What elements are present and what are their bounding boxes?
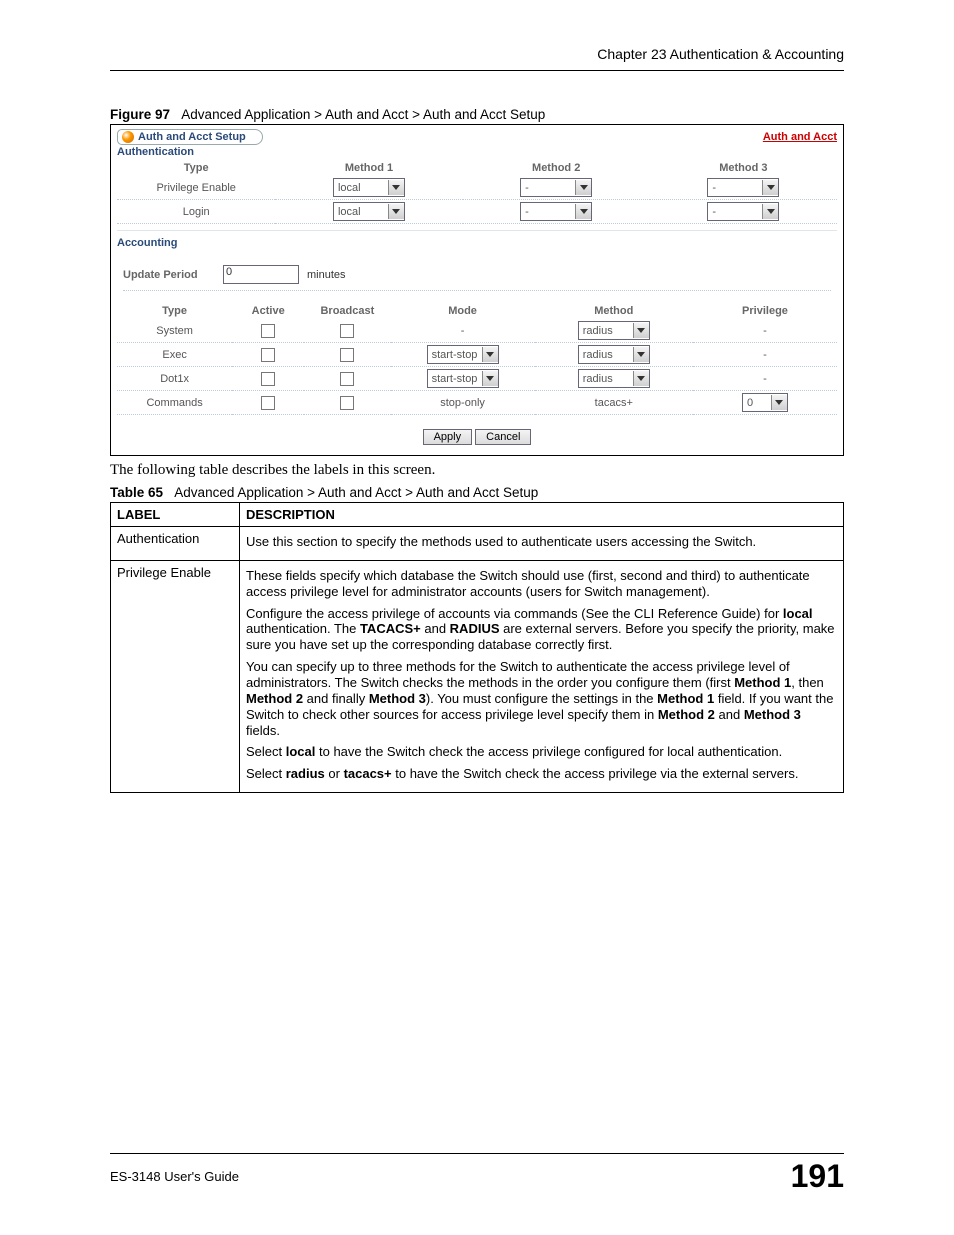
link-auth-and-acct[interactable]: Auth and Acct (763, 131, 837, 143)
footer-guide: ES-3148 User's Guide (110, 1169, 239, 1184)
cell-mode: - (391, 319, 535, 343)
chevron-down-icon (482, 371, 498, 386)
chevron-down-icon (482, 347, 498, 362)
accounting-table: Type Active Broadcast Mode Method Privil… (117, 303, 837, 415)
input-update-period[interactable]: 0 (223, 265, 299, 284)
col-privilege: Privilege (693, 303, 837, 319)
page-number: 191 (791, 1158, 844, 1195)
select-dot1x-mode[interactable]: start-stop (427, 369, 499, 388)
section-accounting: Accounting (117, 237, 837, 249)
label-minutes: minutes (307, 269, 346, 281)
check-exec-active[interactable] (261, 348, 275, 362)
check-system-broadcast[interactable] (340, 324, 354, 338)
select-login-m2[interactable]: - (520, 202, 592, 221)
chevron-down-icon (762, 180, 778, 195)
cell-privilege: - (693, 319, 837, 343)
col-mode: Mode (391, 303, 535, 319)
col-description: DESCRIPTION (240, 503, 844, 527)
check-commands-broadcast[interactable] (340, 396, 354, 410)
auth-table: Type Method 1 Method 2 Method 3 Privileg… (117, 160, 837, 224)
select-priv-m3[interactable]: - (707, 178, 779, 197)
col-method1: Method 1 (275, 160, 462, 176)
chapter-header: Chapter 23 Authentication & Accounting (110, 46, 844, 71)
figure-caption: Figure 97 Advanced Application > Auth an… (110, 107, 844, 122)
row-dot1x: Dot1x start-stop radius - (117, 367, 837, 391)
row-update-period: Update Period 0 minutes (123, 259, 831, 291)
check-dot1x-active[interactable] (261, 372, 275, 386)
row-login: Login local - - (117, 200, 837, 224)
divider (117, 230, 837, 231)
col-method3: Method 3 (650, 160, 837, 176)
check-system-active[interactable] (261, 324, 275, 338)
cell-type: Commands (117, 391, 232, 415)
cell-desc: Use this section to specify the methods … (240, 527, 844, 561)
table-caption-text: Advanced Application > Auth and Acct > A… (174, 485, 538, 500)
cell-type: System (117, 319, 232, 343)
chevron-down-icon (633, 371, 649, 386)
select-exec-mode[interactable]: start-stop (427, 345, 499, 364)
col-type: Type (117, 303, 232, 319)
col-method: Method (535, 303, 693, 319)
row-privilege-enable: Privilege Enable local - - (117, 176, 837, 200)
row-system: System - radius - (117, 319, 837, 343)
select-system-method[interactable]: radius (578, 321, 650, 340)
cell-label: Privilege Enable (111, 560, 240, 792)
cell-desc: These fields specify which database the … (240, 560, 844, 792)
screenshot-panel: Auth and Acct Setup Auth and Acct Authen… (110, 124, 844, 456)
select-exec-method[interactable]: radius (578, 345, 650, 364)
select-priv-m2[interactable]: - (520, 178, 592, 197)
select-priv-m1[interactable]: local (333, 178, 405, 197)
row-commands: Commands stop-only tacacs+ 0 (117, 391, 837, 415)
check-dot1x-broadcast[interactable] (340, 372, 354, 386)
row-privilege-enable: Privilege Enable These fields specify wh… (111, 560, 844, 792)
apply-button[interactable]: Apply (423, 429, 473, 445)
chevron-down-icon (575, 204, 591, 219)
check-commands-active[interactable] (261, 396, 275, 410)
reference-table: LABEL DESCRIPTION Authentication Use thi… (110, 502, 844, 793)
col-active: Active (232, 303, 304, 319)
select-login-m3[interactable]: - (707, 202, 779, 221)
col-type: Type (117, 160, 275, 176)
section-authentication: Authentication (117, 146, 837, 158)
cell-type: Privilege Enable (117, 176, 275, 200)
cell-mode: stop-only (391, 391, 535, 415)
following-text: The following table describes the labels… (110, 462, 844, 479)
cell-type: Exec (117, 343, 232, 367)
cell-type: Dot1x (117, 367, 232, 391)
col-method2: Method 2 (463, 160, 650, 176)
figure-text: Advanced Application > Auth and Acct > A… (181, 107, 545, 122)
cell-type: Login (117, 200, 275, 224)
col-label: LABEL (111, 503, 240, 527)
chevron-down-icon (762, 204, 778, 219)
figure-label: Figure 97 (110, 107, 170, 122)
chevron-down-icon (575, 180, 591, 195)
chevron-down-icon (771, 395, 787, 410)
table-label: Table 65 (110, 485, 163, 500)
select-dot1x-method[interactable]: radius (578, 369, 650, 388)
row-exec: Exec start-stop radius - (117, 343, 837, 367)
select-login-m1[interactable]: local (333, 202, 405, 221)
cell-method: tacacs+ (535, 391, 693, 415)
col-broadcast: Broadcast (304, 303, 390, 319)
page-footer: ES-3148 User's Guide 191 (110, 1153, 844, 1195)
chevron-down-icon (388, 180, 404, 195)
cell-privilege: - (693, 367, 837, 391)
cell-label: Authentication (111, 527, 240, 561)
chevron-down-icon (388, 204, 404, 219)
tab-title: Auth and Acct Setup (138, 131, 246, 143)
tab-dot-icon (122, 131, 134, 143)
table-caption: Table 65 Advanced Application > Auth and… (110, 485, 844, 500)
chevron-down-icon (633, 347, 649, 362)
check-exec-broadcast[interactable] (340, 348, 354, 362)
cell-privilege: - (693, 343, 837, 367)
cancel-button[interactable]: Cancel (475, 429, 531, 445)
label-update-period: Update Period (123, 269, 215, 281)
select-commands-privilege[interactable]: 0 (742, 393, 788, 412)
row-authentication: Authentication Use this section to speci… (111, 527, 844, 561)
chevron-down-icon (633, 323, 649, 338)
tab-auth-acct-setup: Auth and Acct Setup (117, 129, 263, 145)
